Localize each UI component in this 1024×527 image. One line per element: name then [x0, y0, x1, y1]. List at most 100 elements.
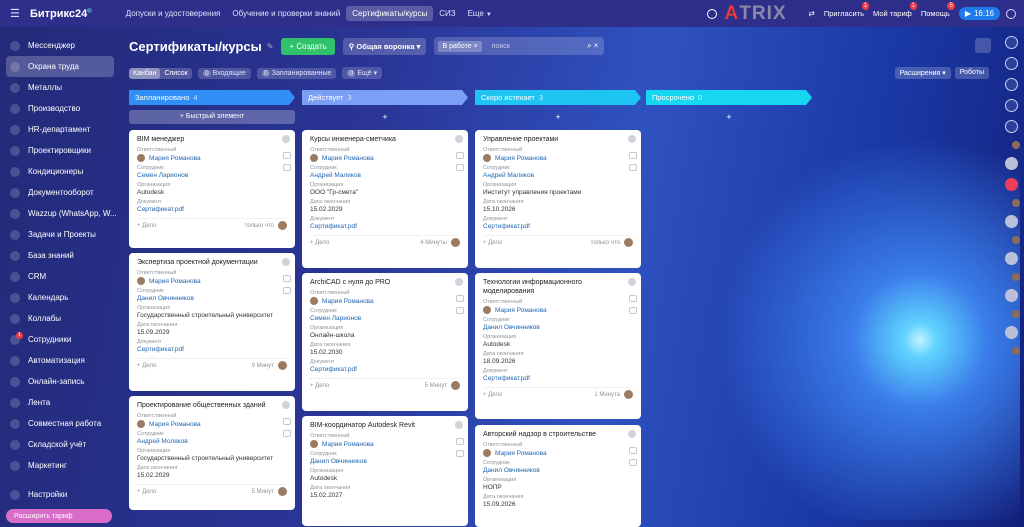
chat-icon[interactable] [1004, 57, 1018, 70]
kanban-card[interactable]: Авторский надзор в строительстве Ответств… [475, 425, 641, 527]
sidebar-item[interactable]: Календарь [0, 287, 120, 308]
counter-more[interactable]: 0 Ещё ▾ [342, 67, 383, 79]
column-header[interactable]: Скоро истекает 3 [475, 90, 641, 105]
add-activity-button[interactable]: + Дело [137, 489, 156, 495]
document-link[interactable]: Сертификат.pdf [483, 375, 633, 382]
document-link[interactable]: Сертификат.pdf [483, 223, 633, 230]
add-activity-button[interactable]: + Дело [483, 240, 502, 246]
create-button[interactable]: + Создать [281, 37, 335, 55]
add-activity-button[interactable]: + Дело [137, 223, 156, 229]
check-icon[interactable] [282, 401, 290, 409]
counter-incoming[interactable]: 0 Входящие [197, 67, 251, 79]
avatar[interactable] [1012, 273, 1020, 281]
sidebar-item[interactable]: 1 Сотрудники [0, 329, 120, 350]
check-icon[interactable] [628, 278, 636, 286]
add-activity-button[interactable]: + Дело [483, 392, 502, 398]
message-icon[interactable] [629, 307, 637, 314]
pin-icon[interactable]: ✎ [267, 42, 274, 51]
avatar[interactable] [1004, 215, 1018, 228]
phone-icon[interactable] [456, 295, 464, 302]
search-icon[interactable] [706, 8, 717, 19]
responsible-link[interactable]: Мария Романова [149, 421, 201, 428]
kanban-card[interactable]: Экспертиза проектной документации Ответст… [129, 253, 295, 391]
employee-link[interactable]: Данил Овчинников [310, 458, 460, 465]
message-icon[interactable] [283, 164, 291, 171]
check-icon[interactable] [282, 258, 290, 266]
sidebar-item[interactable]: Лента [0, 392, 120, 413]
add-item-button[interactable]: + [646, 110, 812, 124]
message-icon[interactable] [456, 450, 464, 457]
message-icon[interactable] [456, 307, 464, 314]
invite-button[interactable]: Пригласить 1 [824, 2, 869, 18]
sidebar-item[interactable]: Совместная работа [0, 413, 120, 434]
sidebar-settings[interactable]: Настройки [0, 484, 120, 505]
responsible-link[interactable]: Мария Романова [322, 298, 374, 305]
card-title[interactable]: Управление проектами [483, 135, 633, 144]
logo[interactable]: Битрикс24© [30, 8, 92, 20]
copilot-icon[interactable] [1004, 78, 1018, 91]
check-icon[interactable] [455, 421, 463, 429]
kanban-card[interactable]: Технологии информационного моделирования… [475, 273, 641, 419]
sidebar-item[interactable]: Задачи и Проекты [0, 224, 120, 245]
responsible-link[interactable]: Мария Романова [495, 450, 547, 457]
card-title[interactable]: Авторский надзор в строительстве [483, 430, 633, 439]
column-header[interactable]: Запланировано 4 [129, 90, 295, 105]
card-title[interactable]: Технологии информационного моделирования [483, 278, 633, 296]
tab-training[interactable]: Обучение и проверки знаний [226, 6, 346, 21]
check-icon[interactable] [628, 430, 636, 438]
sidebar-item[interactable]: База знаний [0, 245, 120, 266]
robots-button[interactable]: Роботы [954, 67, 989, 79]
notifications-icon[interactable] [1004, 36, 1018, 49]
document-link[interactable]: Сертификат.pdf [310, 366, 460, 373]
card-title[interactable]: BIM менеджер [137, 135, 287, 144]
search-icon[interactable]: ⌕ × [587, 41, 598, 51]
swap-icon[interactable]: ⇄ [809, 9, 815, 18]
check-icon[interactable] [455, 135, 463, 143]
sidebar-item[interactable]: HR-департамент [0, 119, 120, 140]
kanban-card[interactable]: Курсы инженера-сметчика Ответственный Мари… [302, 130, 468, 268]
sidebar-item[interactable]: Металлы [0, 77, 120, 98]
add-item-button[interactable]: + [475, 110, 641, 124]
employee-link[interactable]: Данил Овчинников [137, 295, 287, 302]
responsible-link[interactable]: Мария Романова [149, 155, 201, 162]
search-icon[interactable] [1004, 99, 1018, 112]
view-list[interactable]: Список [160, 68, 191, 79]
menu-icon[interactable]: ☰ [10, 7, 24, 20]
employee-link[interactable]: Андрей Моляков [137, 438, 287, 445]
phone-icon[interactable] [283, 275, 291, 282]
sidebar-item[interactable]: Складской учёт [0, 434, 120, 455]
kanban-card[interactable]: ArchiCAD с нуля до PRO Ответственный Мария… [302, 273, 468, 411]
add-item-button[interactable]: + Быстрый элемент [129, 110, 295, 124]
employee-link[interactable]: Данил Овчинников [483, 324, 633, 331]
add-item-button[interactable]: + [302, 110, 468, 124]
column-header[interactable]: Действует 3 [302, 90, 468, 105]
message-icon[interactable] [283, 287, 291, 294]
sidebar-item[interactable]: Коллабы [0, 308, 120, 329]
card-title[interactable]: Экспертиза проектной документации [137, 258, 287, 267]
worktime-button[interactable]: ▶ 16:16 [958, 7, 1000, 20]
sidebar-item[interactable]: Производство [0, 98, 120, 119]
add-activity-button[interactable]: + Дело [310, 383, 329, 389]
message-icon[interactable] [629, 459, 637, 466]
add-activity-button[interactable]: + Дело [310, 240, 329, 246]
check-icon[interactable] [455, 278, 463, 286]
tab-permits[interactable]: Допуски и удостоверения [120, 6, 227, 21]
card-title[interactable]: Курсы инженера-сметчика [310, 135, 460, 144]
tab-ppe[interactable]: СИЗ [433, 6, 461, 21]
sidebar-item[interactable]: Автоматизация [0, 350, 120, 371]
chat-group-icon[interactable] [1004, 178, 1018, 191]
employee-link[interactable]: Семен Ларионов [137, 172, 287, 179]
employee-link[interactable]: Андрей Маликов [483, 172, 633, 179]
tab-more[interactable]: Еще ▼ [462, 6, 498, 21]
avatar[interactable] [1004, 326, 1018, 339]
kanban-card[interactable]: BIM-координатор Autodesk Revit Ответствен… [302, 416, 468, 526]
card-title[interactable]: ArchiCAD с нуля до PRO [310, 278, 460, 287]
telephony-icon[interactable] [1004, 120, 1018, 133]
avatar[interactable] [1012, 236, 1020, 244]
responsible-link[interactable]: Мария Романова [495, 307, 547, 314]
employee-link[interactable]: Данил Овчинников [483, 467, 633, 474]
kanban-card[interactable]: Проектирование общественных зданий Ответс… [129, 396, 295, 510]
search-filter[interactable]: В работе × поиск ⌕ × [434, 37, 605, 55]
upgrade-tariff-button[interactable]: Расширить тариф [6, 509, 112, 523]
phone-icon[interactable] [283, 418, 291, 425]
